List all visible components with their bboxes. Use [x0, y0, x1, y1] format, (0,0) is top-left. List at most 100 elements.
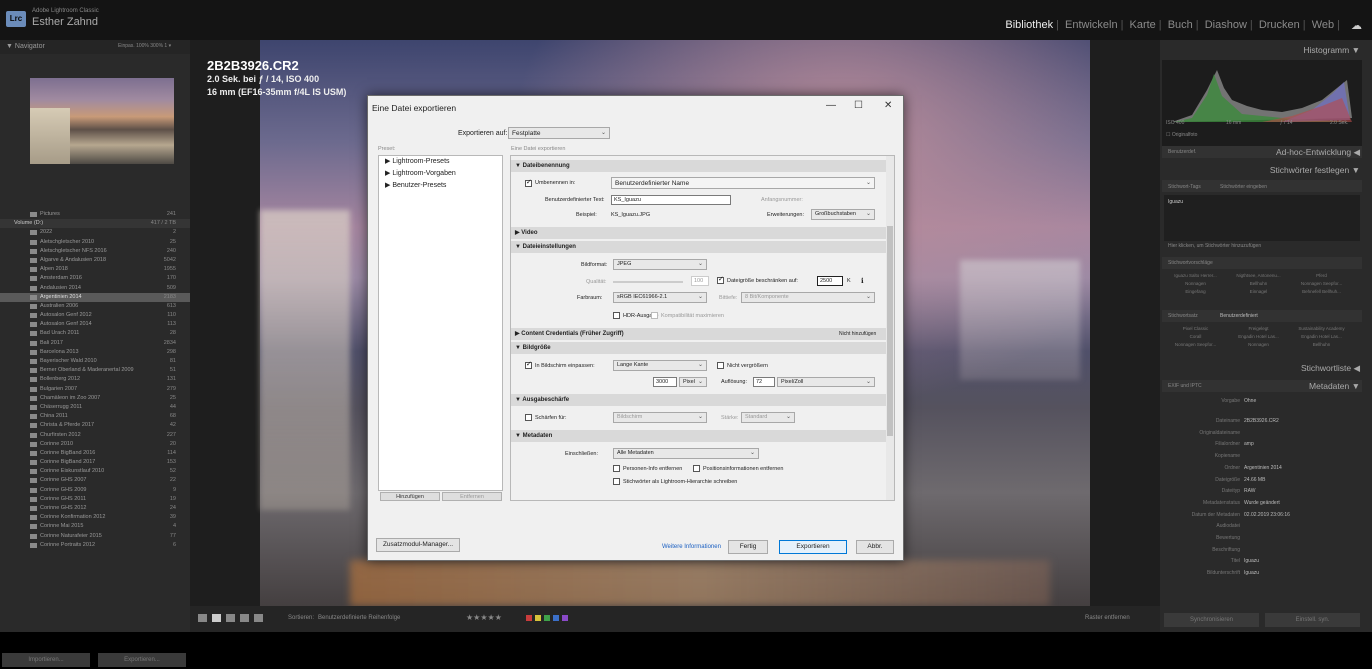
folder-row[interactable]: China 2011 68 [0, 412, 190, 421]
folder-row[interactable]: Barcelona 2013 298 [0, 348, 190, 357]
module-develop[interactable]: Entwickeln [1062, 19, 1121, 31]
keyword-chip[interactable]: Pixel Classic [1164, 325, 1227, 333]
color-label-swatch[interactable] [535, 615, 541, 621]
rename-checkbox[interactable] [525, 178, 532, 187]
extensions-select[interactable]: Großbuchstaben ⌄ [811, 209, 875, 220]
keyword-chip[interactable]: Nigthtsee, Antonenu... [1227, 272, 1290, 280]
volume-row[interactable]: Volume (D:) 417 / 2 TB [0, 219, 190, 229]
keyword-chip[interactable]: Sustainability Academy [1290, 325, 1353, 333]
folder-row[interactable]: Aletschgletscher 2010 25 [0, 238, 190, 247]
folder-row[interactable]: Corinne Konfirmation 2012 39 [0, 513, 190, 522]
fit-select[interactable]: Lange Kante ⌄ [613, 360, 707, 371]
export-to-select[interactable]: Festplatte ⌄ [508, 127, 610, 139]
filter-label[interactable]: Raster entfernen [1085, 615, 1130, 621]
keyword-hint[interactable]: Hier klicken, um Stichwörter hinzuzufüge… [1168, 243, 1261, 249]
folder-row[interactable]: Argentinien 2014 2183 [0, 292, 190, 302]
limit-size-checkbox[interactable] [717, 275, 724, 284]
folder-row[interactable]: Algarve & Andalusien 2018 5042 [0, 256, 190, 265]
folder-row[interactable]: Bayerischer Wald 2010 81 [0, 357, 190, 366]
metadata-value[interactable]: 2B2B3926.CR2 [1244, 416, 1279, 426]
keyword-tags-dropdown[interactable]: Stichwörter eingeben [1220, 184, 1267, 190]
rating-stars[interactable]: ★★★★★ [466, 613, 502, 622]
section-video[interactable]: ▶ Video [511, 227, 887, 239]
folder-row[interactable]: Bad Urach 2011 28 [0, 329, 190, 338]
section-sharpening[interactable]: ▼ Ausgabeschärfe [511, 394, 887, 406]
metadata-value[interactable]: RAW [1244, 486, 1255, 496]
keyword-chip[interactable]: Eingefang [1164, 288, 1227, 296]
resolution-input[interactable]: 72 [753, 377, 775, 387]
minimize-icon[interactable]: — [826, 100, 836, 111]
module-print[interactable]: Drucken [1256, 19, 1303, 31]
folder-row[interactable]: 2022 2 [0, 228, 190, 237]
loupe-view-icon[interactable] [212, 614, 221, 622]
keyword-chip[interactable]: Einnagel [1227, 288, 1290, 296]
quality-input[interactable]: 100 [691, 276, 709, 286]
export-button[interactable]: Exportieren... [98, 653, 186, 667]
sync-metadata-button[interactable]: Synchronisieren [1164, 613, 1259, 627]
resolution-unit-select[interactable]: Pixel/Zoll ⌄ [777, 377, 875, 387]
folder-row[interactable]: Chamäleon im Zoo 2007 25 [0, 394, 190, 403]
metadata-value[interactable]: Iguazu [1244, 568, 1259, 578]
sharpen-checkbox[interactable] [525, 414, 532, 421]
metadata-value[interactable]: Argentinien 2014 [1244, 463, 1282, 473]
keyword-chip[interactable]: Engadin Hotel Las... [1227, 333, 1290, 341]
color-label-swatch[interactable] [544, 615, 550, 621]
keyword-list-title[interactable]: Stichwortliste ◀ [1301, 363, 1360, 374]
keyword-set-dropdown[interactable]: Benutzerdefiniert [1220, 313, 1258, 319]
original-photo-toggle[interactable]: ☐ Originalfoto [1166, 132, 1197, 138]
sort-dropdown[interactable]: Benutzerdefinierte Reihenfolge [318, 615, 400, 621]
settings-scrollbar[interactable] [886, 156, 894, 500]
keyword-chip[interactable]: Bellhuhn [1227, 280, 1290, 288]
people-view-icon[interactable] [254, 614, 263, 622]
folder-row[interactable]: Churfirsten 2012 227 [0, 431, 190, 440]
folder-row[interactable]: Bali 2017 2834 [0, 339, 190, 348]
folder-row[interactable]: Corinne GHS 2012 24 [0, 504, 190, 513]
folder-row[interactable]: Alpen 2018 1955 [0, 265, 190, 274]
keyword-chip[interactable]: Nonnagen [1227, 341, 1290, 349]
metadata-preset-value[interactable]: Ohne [1244, 396, 1256, 406]
folder-row[interactable]: Corinne GHS 2011 19 [0, 495, 190, 504]
remove-preset-button[interactable]: Entfernen [442, 492, 502, 501]
folder-row[interactable]: Berner Oberland & Maderanertal 2009 51 [0, 366, 190, 375]
color-label-swatch[interactable] [562, 615, 568, 621]
keywording-title[interactable]: Stichwörter festlegen ▼ [1270, 165, 1360, 175]
keyword-chip[interactable]: Nonnagen Seepfor... [1164, 341, 1227, 349]
done-button[interactable]: Fertig [728, 540, 768, 554]
section-file-naming[interactable]: ▼ Dateibenennung [511, 160, 887, 172]
folder-row[interactable]: Chäserrugg 2011 44 [0, 403, 190, 412]
folder-row[interactable]: Corinne BigBand 2017 153 [0, 458, 190, 467]
folder-row[interactable]: Bollenberg 2012 131 [0, 375, 190, 384]
folder-row[interactable]: Christa & Pferde 2017 42 [0, 421, 190, 430]
section-file-settings[interactable]: ▼ Dateieinstellungen [511, 241, 887, 253]
rename-select[interactable]: Benutzerdefinierter Name ⌄ [611, 177, 875, 189]
close-icon[interactable]: ✕ [884, 100, 892, 111]
bitdepth-select[interactable]: 8 Bit/Komponente ⌄ [741, 292, 875, 303]
module-slideshow[interactable]: Diashow [1202, 19, 1250, 31]
metadata-value[interactable]: Wurde geändert [1244, 498, 1280, 508]
color-label-swatch[interactable] [553, 615, 559, 621]
keyword-chip[interactable]: Pferd [1290, 272, 1353, 280]
format-select[interactable]: JPEG ⌄ [613, 259, 707, 270]
navigator-thumbnail[interactable] [30, 78, 174, 164]
folder-row[interactable]: Autosalon Genf 2014 113 [0, 320, 190, 329]
navigator-zoom[interactable]: Einpas. 100% 300% 1 ▾ [118, 43, 171, 49]
info-icon[interactable]: ℹ [861, 277, 864, 285]
metadata-value[interactable]: amp [1244, 439, 1254, 449]
metadata-title[interactable]: Metadaten ▼ [1309, 381, 1360, 391]
compat-checkbox[interactable] [651, 312, 658, 319]
import-button[interactable]: Importieren... [2, 653, 90, 667]
keyword-chip[interactable]: Nonnagen Seepfor... [1290, 280, 1353, 288]
hdr-checkbox[interactable] [613, 312, 620, 319]
folder-row[interactable]: Corinne Mai 2015 4 [0, 522, 190, 531]
folder-row[interactable]: Andalusien 2014 509 [0, 284, 190, 293]
limit-size-input[interactable]: 2500 [817, 276, 843, 286]
module-web[interactable]: Web [1309, 19, 1337, 31]
folder-row[interactable]: Amsterdam 2016 170 [0, 274, 190, 283]
fit-checkbox[interactable] [525, 360, 532, 369]
color-label-swatch[interactable] [526, 615, 532, 621]
include-select[interactable]: Alle Metadaten ⌄ [613, 448, 759, 459]
section-content-credentials[interactable]: ▶ Content Credentials (Früher Zugriff) [511, 328, 887, 340]
amount-select[interactable]: Standard ⌄ [741, 412, 795, 423]
maximize-icon[interactable]: ☐ [854, 100, 863, 111]
compare-view-icon[interactable] [226, 614, 235, 622]
